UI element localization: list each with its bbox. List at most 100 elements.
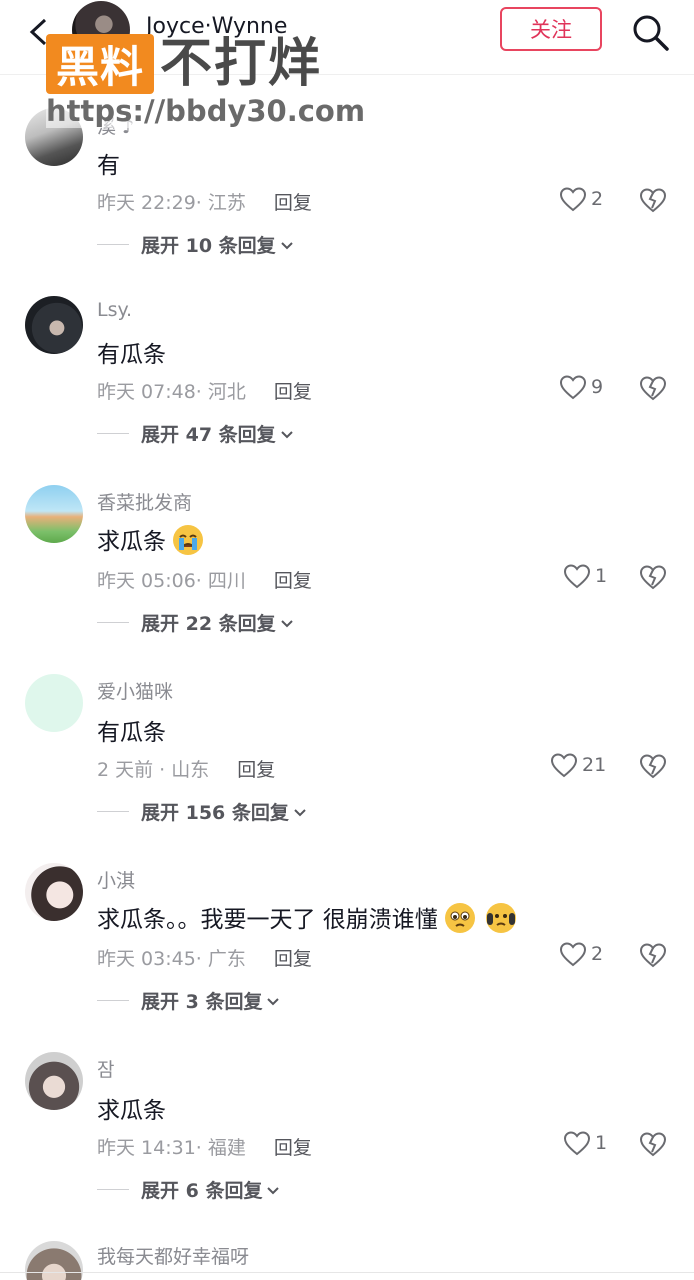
heart-outline-icon	[550, 753, 578, 778]
like-count: 9	[591, 376, 604, 398]
comment-meta: 昨天 03:45· 广东 回复	[97, 948, 312, 970]
heart-outline-icon	[563, 1131, 591, 1156]
search-button[interactable]	[628, 10, 672, 54]
like-button[interactable]: 21	[550, 752, 606, 778]
comment-text[interactable]: 有瓜条	[97, 713, 166, 747]
reply-button[interactable]: 回复	[274, 948, 312, 970]
like-count: 2	[591, 943, 604, 965]
like-button[interactable]: 2	[559, 186, 603, 212]
broken-heart-icon[interactable]	[639, 1130, 667, 1158]
expand-replies[interactable]: 展开 156 条回复	[97, 798, 307, 825]
like-count: 21	[582, 754, 607, 776]
comment-username[interactable]: 잠	[97, 1055, 114, 1082]
comment-item: Lsy. 有瓜条 昨天 07:48· 河北 回复 9 展开 47 条回复	[0, 289, 694, 469]
expand-replies[interactable]: 展开 47 条回复	[97, 420, 294, 447]
chevron-down-icon	[267, 997, 280, 1005]
comment-text[interactable]: 有瓜条	[97, 335, 166, 369]
chevron-down-icon	[280, 430, 293, 438]
reply-button[interactable]: 回复	[274, 381, 312, 403]
comment-username[interactable]: Lsy.	[97, 299, 132, 321]
avatar[interactable]	[25, 1052, 83, 1110]
comment-location: 山东	[171, 759, 210, 781]
comment-item: 爱小猫咪 有瓜条 2 天前 · 山东 回复 21 展开 156 条回复	[0, 667, 694, 847]
like-count: 2	[591, 188, 604, 210]
comment-username[interactable]: 我每天都好幸福呀	[97, 1242, 249, 1269]
watermark-title: 不打烊	[160, 34, 323, 94]
avatar[interactable]	[25, 485, 83, 543]
divider	[97, 244, 129, 245]
expand-replies-label: 展开 22 条回复	[141, 613, 276, 635]
broken-heart-icon[interactable]	[639, 752, 667, 780]
comment-location: 福建	[207, 1137, 246, 1159]
broken-heart-icon[interactable]	[639, 941, 667, 969]
like-count: 1	[595, 565, 608, 587]
crying-face-emoji-icon	[173, 525, 204, 555]
like-button[interactable]: 1	[563, 563, 607, 589]
expand-replies-label: 展开 6 条回复	[141, 1180, 263, 1202]
avatar[interactable]	[25, 296, 83, 354]
like-button[interactable]: 9	[559, 374, 603, 400]
comment-item: 我每天都好幸福呀	[0, 1234, 694, 1280]
comment-location: 广东	[207, 948, 246, 970]
expand-replies[interactable]: 展开 22 条回复	[97, 609, 294, 636]
avatar[interactable]	[25, 1241, 83, 1280]
comment-text[interactable]: 求瓜条。。我要一天了 很崩溃谁懂	[97, 900, 517, 934]
like-button[interactable]: 1	[563, 1130, 607, 1156]
avatar[interactable]	[25, 863, 83, 921]
search-icon	[633, 15, 669, 51]
watermark-badge: 黑料	[46, 34, 154, 94]
comment-username[interactable]: 小淇	[97, 866, 135, 893]
expand-replies-label: 展开 47 条回复	[141, 424, 276, 446]
divider	[97, 1000, 129, 1001]
comment-meta: 昨天 22:29· 江苏 回复	[97, 192, 312, 214]
comment-item: 香菜批发商 求瓜条 昨天 05:06· 四川 回复 1 展开 22 条回复	[0, 478, 694, 658]
broken-heart-icon[interactable]	[639, 563, 667, 591]
divider	[97, 811, 129, 812]
like-button[interactable]: 2	[559, 941, 603, 967]
expand-replies[interactable]: 展开 10 条回复	[97, 231, 294, 258]
heart-outline-icon	[563, 564, 591, 589]
reply-button[interactable]: 回复	[237, 759, 275, 781]
comment-text[interactable]: 有	[97, 146, 120, 180]
like-count: 1	[595, 1132, 608, 1154]
comment-meta: 昨天 05:06· 四川 回复	[97, 570, 312, 592]
broken-heart-icon[interactable]	[639, 186, 667, 214]
comment-time: 昨天 05:06	[97, 570, 196, 592]
comment-time: 昨天 07:48	[97, 381, 196, 403]
comment-time: 2 天前	[97, 759, 154, 781]
watermark-url: https://bbdy30.com	[46, 94, 366, 128]
reply-button[interactable]: 回复	[274, 1137, 312, 1159]
comment-item: 잠 求瓜条 昨天 14:31· 福建 回复 1 展开 6 条回复	[0, 1045, 694, 1225]
comment-location: 河北	[207, 381, 246, 403]
comment-text[interactable]: 求瓜条	[97, 522, 204, 556]
comment-location: 江苏	[207, 192, 246, 214]
comment-time: 昨天 03:45	[97, 948, 196, 970]
heart-outline-icon	[559, 187, 587, 212]
comment-meta: 昨天 14:31· 福建 回复	[97, 1137, 312, 1159]
expand-replies[interactable]: 展开 3 条回复	[97, 987, 280, 1014]
avatar[interactable]	[25, 674, 83, 732]
comment-text[interactable]: 求瓜条	[97, 1091, 166, 1125]
comment-time: 昨天 14:31	[97, 1137, 196, 1159]
divider	[0, 1272, 694, 1273]
heart-outline-icon	[559, 375, 587, 400]
reply-button[interactable]: 回复	[274, 570, 312, 592]
comment-username[interactable]: 香菜批发商	[97, 488, 192, 515]
expand-replies-label: 展开 3 条回复	[141, 991, 263, 1013]
chevron-down-icon	[280, 241, 293, 249]
heart-outline-icon	[559, 942, 587, 967]
chevron-down-icon	[294, 808, 306, 816]
reply-button[interactable]: 回复	[274, 192, 312, 214]
broken-heart-icon[interactable]	[639, 374, 667, 402]
follow-button[interactable]: 关注	[500, 7, 602, 51]
expand-replies-label: 展开 10 条回复	[141, 235, 276, 257]
comment-item: 小淇 求瓜条。。我要一天了 很崩溃谁懂 昨天 03:45· 广东 回复 2 展开 …	[0, 856, 694, 1036]
comment-username[interactable]: 爱小猫咪	[97, 677, 173, 704]
expand-replies[interactable]: 展开 6 条回复	[97, 1176, 280, 1203]
comment-meta: 2 天前 · 山东 回复	[97, 759, 276, 781]
comment-meta: 昨天 07:48· 河北 回复	[97, 381, 312, 403]
headphones-face-emoji-icon	[486, 903, 517, 933]
pleading-face-emoji-icon	[445, 903, 476, 933]
divider	[97, 433, 129, 434]
comment-time: 昨天 22:29	[97, 192, 196, 214]
